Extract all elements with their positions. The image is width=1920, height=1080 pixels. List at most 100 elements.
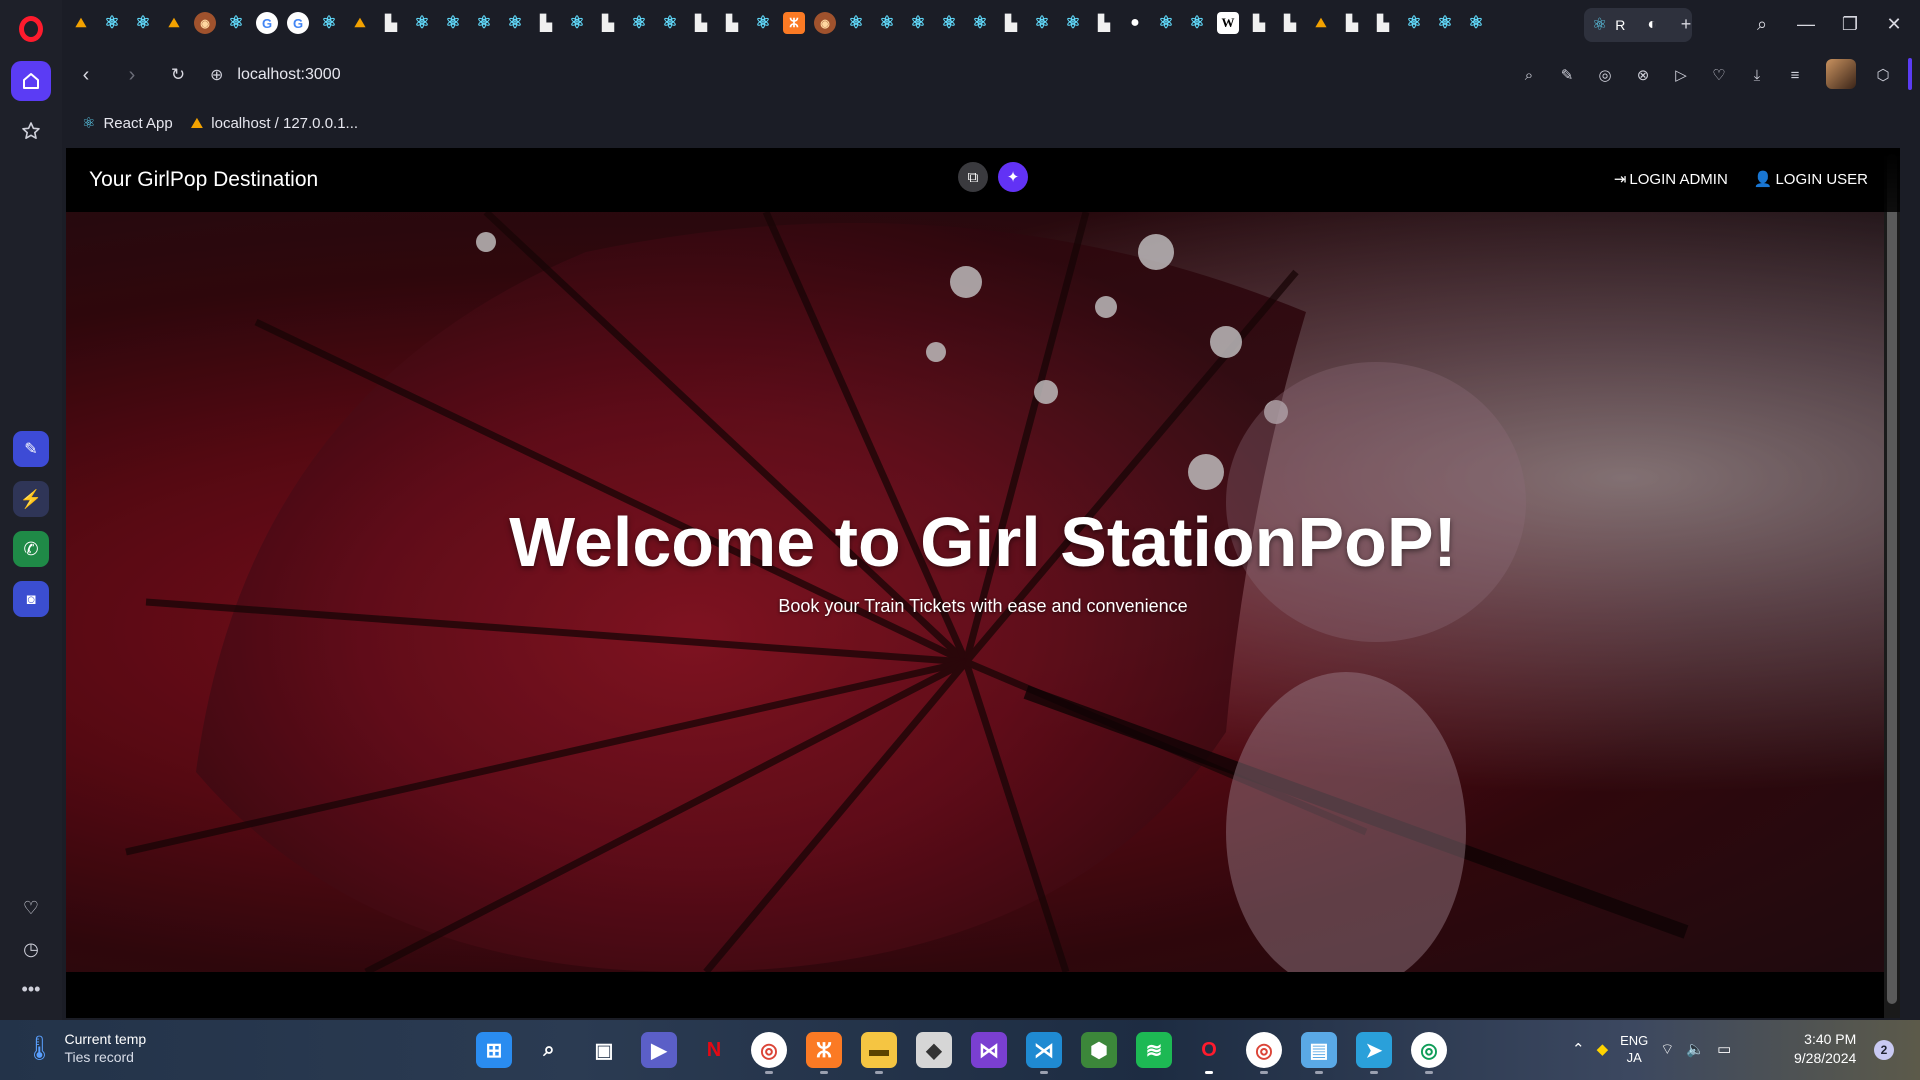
tab-react[interactable]: ⚛: [876, 12, 898, 34]
taskbar-app-spotify[interactable]: ≋: [1136, 1032, 1172, 1068]
search-tabs-button[interactable]: ⌕: [1748, 10, 1776, 38]
tab-react[interactable]: ⚛: [318, 12, 340, 34]
snapshot-button[interactable]: ◎: [1594, 64, 1616, 86]
history-button[interactable]: ◷: [15, 933, 47, 965]
search-in-page-button[interactable]: ⌕: [1518, 64, 1540, 86]
player-button[interactable]: ▷: [1670, 64, 1692, 86]
taskbar-app-xampp[interactable]: ⵣ: [806, 1032, 842, 1074]
adblock-button[interactable]: ⊗: [1632, 64, 1654, 86]
tab-google[interactable]: G: [256, 12, 278, 34]
tab-react[interactable]: ⚛: [566, 12, 588, 34]
tab-doc[interactable]: ▙: [721, 12, 743, 34]
wifi-icon[interactable]: ⌔: [1660, 1040, 1674, 1059]
tab-react[interactable]: ⚛: [1465, 12, 1487, 34]
login-admin-link[interactable]: ⇥ LOGIN ADMIN: [1614, 170, 1728, 189]
tab-react[interactable]: ⚛: [411, 12, 433, 34]
more-button[interactable]: •••: [15, 973, 47, 1005]
tab-react[interactable]: ⚛: [628, 12, 650, 34]
forward-button[interactable]: ›: [118, 61, 146, 89]
downloads-button[interactable]: ⤓: [1746, 64, 1768, 86]
my-flow-button[interactable]: ♡: [1708, 64, 1730, 86]
tab-react[interactable]: ⚛: [752, 12, 774, 34]
tab-react[interactable]: ⚛: [473, 12, 495, 34]
back-button[interactable]: ‹: [72, 61, 100, 89]
tab-pma[interactable]: ⛰: [1310, 12, 1332, 34]
taskbar-app-meet[interactable]: ▶: [641, 1032, 677, 1068]
close-window-button[interactable]: ✕: [1880, 10, 1908, 38]
tab-doc[interactable]: ▙: [1372, 12, 1394, 34]
easy-setup-button[interactable]: ≡: [1784, 64, 1806, 86]
page-scrollbar[interactable]: [1884, 148, 1900, 1018]
tab-doc[interactable]: ▙: [1000, 12, 1022, 34]
taskbar-app-notepad[interactable]: ▤: [1301, 1032, 1337, 1074]
tab-react[interactable]: ⚛: [938, 12, 960, 34]
tab-react[interactable]: ⚛: [1031, 12, 1053, 34]
tab-doc[interactable]: ▙: [535, 12, 557, 34]
battery-icon[interactable]: ▭: [1717, 1040, 1731, 1058]
tab-google[interactable]: G: [287, 12, 309, 34]
tab-react[interactable]: ⚛: [132, 12, 154, 34]
tab-react[interactable]: ⚛: [1062, 12, 1084, 34]
language-indicator[interactable]: ENG JA: [1620, 1032, 1648, 1066]
favorites-button[interactable]: ♡: [15, 892, 47, 924]
weather-widget[interactable]: 🌡 Current temp Ties record: [24, 1030, 146, 1066]
scrollbar-thumb[interactable]: [1887, 154, 1897, 1004]
extensions-button[interactable]: ⬡: [1872, 64, 1894, 86]
taskbar-app-chrome[interactable]: ◎: [751, 1032, 787, 1074]
tab-github[interactable]: ●: [1124, 12, 1146, 34]
taskbar-app-notes[interactable]: ◆: [916, 1032, 952, 1068]
chevron-up-icon[interactable]: ⌃: [1572, 1040, 1585, 1058]
taskbar-app-telegram[interactable]: ➤: [1356, 1032, 1392, 1074]
taskbar-app-chrome-alt[interactable]: ◎: [1411, 1032, 1447, 1074]
tab-react[interactable]: ⚛: [442, 12, 464, 34]
tab-react[interactable]: ⚛: [504, 12, 526, 34]
tab-pma[interactable]: ⛰: [70, 12, 92, 34]
notification-badge[interactable]: 2: [1874, 1040, 1894, 1060]
taskbar-app-opera[interactable]: O: [1191, 1032, 1227, 1074]
tab-react[interactable]: ⚛: [1403, 12, 1425, 34]
taskbar-clock[interactable]: 3:40 PM 9/28/2024: [1794, 1030, 1856, 1068]
bookmark-react-app[interactable]: ⚛ React App: [82, 114, 173, 133]
tab-doc[interactable]: ▙: [1279, 12, 1301, 34]
tab-react[interactable]: ⚛: [1434, 12, 1456, 34]
taskbar-app-chrome-profile[interactable]: ◎: [1246, 1032, 1282, 1074]
restore-button[interactable]: ❐: [1836, 10, 1864, 38]
speed-dial-button[interactable]: [11, 111, 51, 151]
tab-shield[interactable]: ◉: [814, 12, 836, 34]
discord-button[interactable]: ◙: [13, 581, 49, 617]
tab-pma[interactable]: ⛰: [163, 12, 185, 34]
tab-react[interactable]: ⚛: [225, 12, 247, 34]
taskbar-app-task-view[interactable]: ▣: [586, 1032, 622, 1068]
tab-doc[interactable]: ▙: [1341, 12, 1363, 34]
tab-react[interactable]: ⚛: [659, 12, 681, 34]
minimize-button[interactable]: —: [1792, 10, 1820, 38]
tab-doc[interactable]: ▙: [690, 12, 712, 34]
taskbar-app-netflix[interactable]: N: [696, 1032, 732, 1068]
tab-doc[interactable]: ▙: [1093, 12, 1115, 34]
tab-doc[interactable]: ▙: [597, 12, 619, 34]
taskbar-app-file-explorer[interactable]: ▬: [861, 1032, 897, 1074]
tab-pma[interactable]: ⛰: [349, 12, 371, 34]
tab-react[interactable]: ⚛: [907, 12, 929, 34]
reload-button[interactable]: ↻: [164, 61, 192, 89]
copy-tool-button[interactable]: ⧉: [958, 162, 988, 192]
whatsapp-button[interactable]: ✆: [13, 531, 49, 567]
edit-button[interactable]: ✎: [1556, 64, 1578, 86]
taskbar-app-nodejs[interactable]: ⬢: [1081, 1032, 1117, 1068]
taskbar-app-vscode[interactable]: ⋊: [1026, 1032, 1062, 1074]
opera-logo[interactable]: [19, 16, 43, 42]
tab-doc[interactable]: ▙: [380, 12, 402, 34]
tab-wikipedia[interactable]: W: [1217, 12, 1239, 34]
profile-avatar[interactable]: [1826, 59, 1856, 89]
home-button[interactable]: [11, 61, 51, 101]
taskbar-app-search[interactable]: ⌕: [531, 1032, 567, 1068]
aria-button[interactable]: ✎: [13, 431, 49, 467]
ai-tool-button[interactable]: ✦: [998, 162, 1028, 192]
tab-react[interactable]: ⚛: [1186, 12, 1208, 34]
new-tab-button[interactable]: +: [1672, 10, 1700, 38]
taskbar-app-visual-studio[interactable]: ⋈: [971, 1032, 1007, 1068]
tab-doc[interactable]: ▙: [1248, 12, 1270, 34]
tab-shield[interactable]: ◉: [194, 12, 216, 34]
site-brand[interactable]: Your GirlPop Destination: [89, 168, 318, 192]
volume-icon[interactable]: 🔈: [1686, 1040, 1705, 1058]
